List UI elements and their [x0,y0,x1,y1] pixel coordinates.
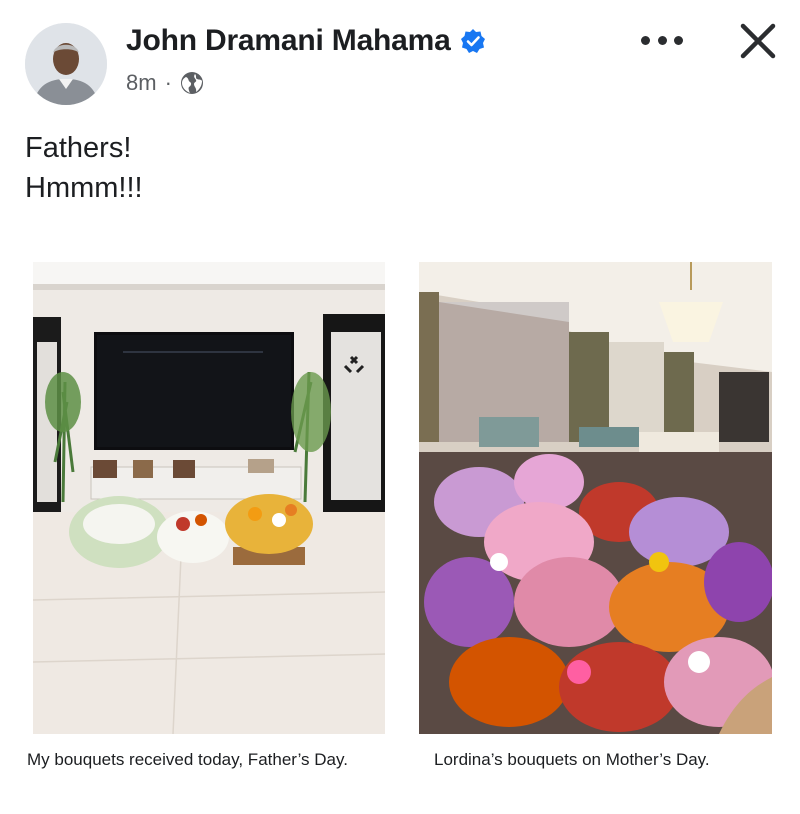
photo-caption-mothers-day: Lordina’s bouquets on Mother’s Day. [434,750,710,769]
dot [641,35,650,45]
post-text: Fathers! Hmmm!!! [25,128,143,208]
post-time[interactable]: 8m [126,70,157,96]
photo-caption-fathers-day: My bouquets received today, Father’s Day… [27,750,348,769]
post-meta: 8m · [126,70,204,96]
verified-badge-icon [460,28,486,54]
meta-separator: · [164,70,172,95]
dot [674,35,683,45]
globe-icon[interactable] [180,71,204,95]
dot [657,35,667,45]
post-text-line: Hmmm!!! [25,172,143,204]
author-avatar[interactable] [25,23,107,105]
author-name-row[interactable]: John Dramani Mahama [126,24,486,58]
photo-mothers-day-bouquets[interactable] [419,262,772,734]
post-text-line: Fathers! [25,132,132,164]
author-name[interactable]: John Dramani Mahama [126,24,451,58]
photo-fathers-day-bouquets[interactable] [33,262,385,734]
close-icon[interactable] [737,20,779,62]
more-options-icon[interactable] [641,31,683,49]
